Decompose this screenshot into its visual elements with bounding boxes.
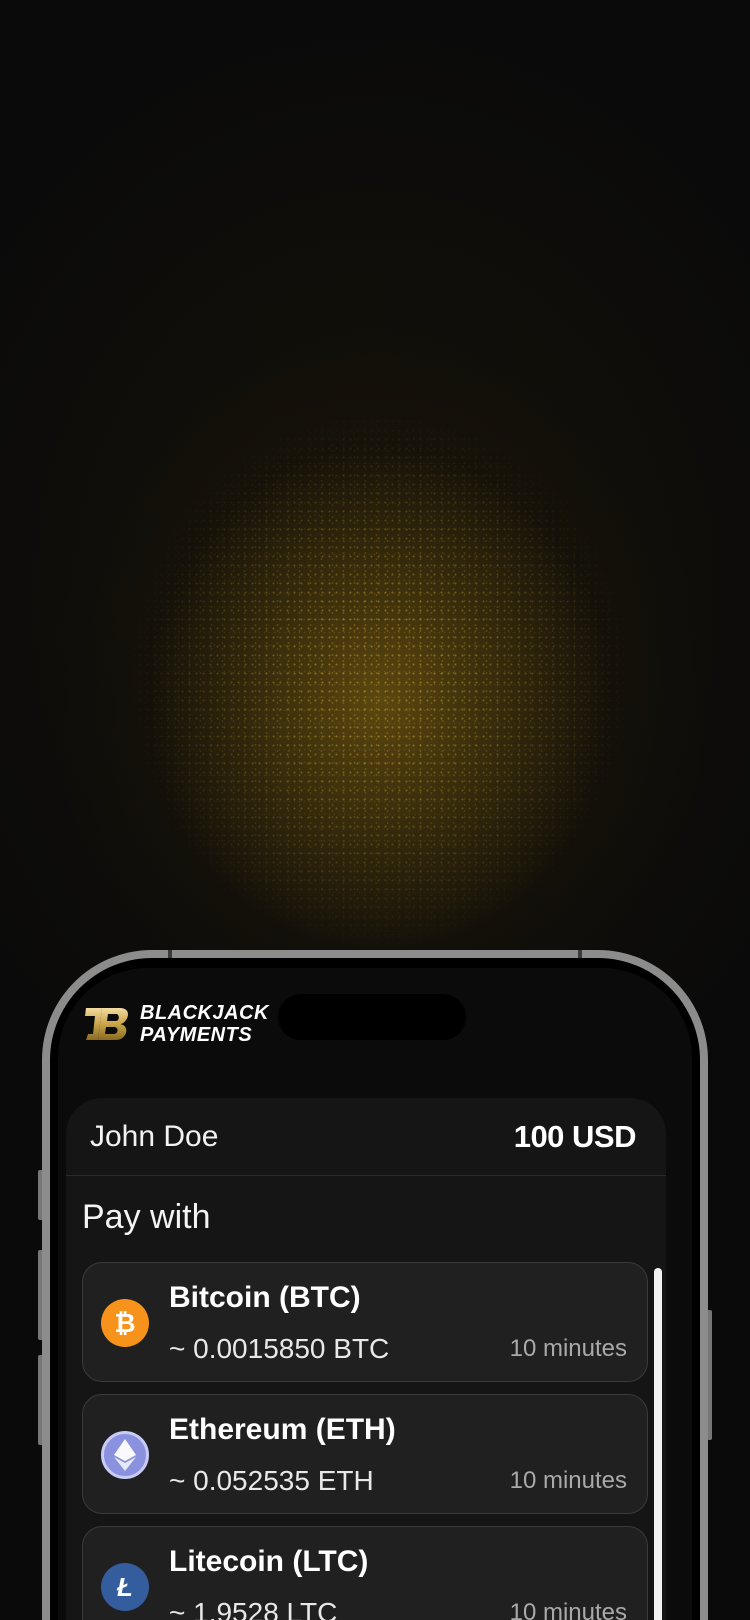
ethereum-icon bbox=[101, 1431, 149, 1479]
payment-header: John Doe 100 USD bbox=[66, 1098, 666, 1176]
brand-line-2: PAYMENTS bbox=[140, 1024, 253, 1046]
scrollbar[interactable] bbox=[654, 1268, 662, 1620]
brand-logo: BLACKJACK PAYMENTS bbox=[84, 1002, 280, 1046]
coin-time: 10 minutes bbox=[509, 1335, 627, 1362]
litecoin-icon: Ł bbox=[101, 1563, 149, 1611]
gold-dust-glow bbox=[60, 300, 700, 980]
brand-wordmark: BLACKJACK PAYMENTS bbox=[140, 1002, 280, 1046]
coin-time: 10 minutes bbox=[509, 1599, 627, 1620]
coin-amount: ~ 0.0015850 BTC bbox=[169, 1333, 390, 1364]
coin-amount: ~ 1.9528 LTC bbox=[169, 1597, 338, 1620]
user-name: John Doe bbox=[90, 1119, 219, 1153]
coin-name: Ethereum (ETH) bbox=[169, 1413, 396, 1446]
payment-card: John Doe 100 USD Pay with ₿ Bitcoin (BTC… bbox=[66, 1098, 666, 1620]
coin-option-eth[interactable]: Ethereum (ETH) ~ 0.052535 ETH 10 minutes bbox=[82, 1394, 648, 1514]
phone-screen: BLACKJACK PAYMENTS John Doe 100 USD Pay … bbox=[58, 968, 692, 1620]
coin-amount: ~ 0.052535 ETH bbox=[169, 1465, 374, 1496]
bitcoin-icon: ₿ bbox=[101, 1299, 149, 1347]
page-background: BLACKJACK PAYMENTS John Doe 100 USD Pay … bbox=[0, 0, 750, 1620]
coin-list: ₿ Bitcoin (BTC) ~ 0.0015850 BTC 10 minut… bbox=[82, 1262, 648, 1620]
coin-name: Bitcoin (BTC) bbox=[169, 1281, 361, 1314]
blackjack-logo-icon bbox=[85, 1008, 128, 1040]
coin-option-btc[interactable]: ₿ Bitcoin (BTC) ~ 0.0015850 BTC 10 minut… bbox=[82, 1262, 648, 1382]
brand-line-1: BLACKJACK bbox=[140, 1002, 269, 1024]
pay-with-heading: Pay with bbox=[82, 1198, 211, 1236]
coin-option-ltc[interactable]: Ł Litecoin (LTC) ~ 1.9528 LTC 10 minutes bbox=[82, 1526, 648, 1620]
dynamic-island bbox=[278, 994, 466, 1040]
coin-time: 10 minutes bbox=[509, 1467, 627, 1494]
coin-name: Litecoin (LTC) bbox=[169, 1545, 369, 1578]
payment-amount: 100 USD bbox=[513, 1118, 637, 1154]
